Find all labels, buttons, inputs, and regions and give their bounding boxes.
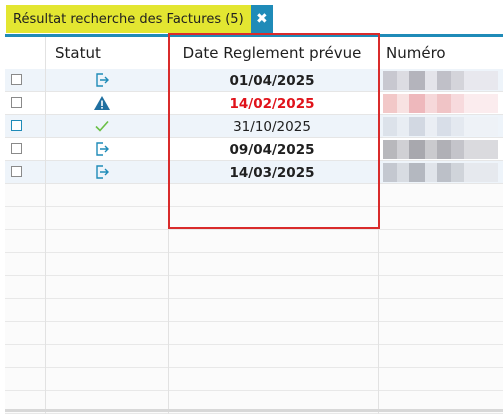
table-row[interactable]: 14/02/2025	[5, 92, 503, 115]
results-grid: Statut Date Reglement prévue Numéro 01/0…	[5, 34, 503, 414]
header-date-reglement[interactable]: Date Reglement prévue	[169, 37, 375, 69]
warning-icon	[91, 93, 113, 113]
header-select	[5, 37, 45, 69]
date-reglement: 14/02/2025	[229, 95, 315, 112]
empty-row	[5, 276, 503, 299]
row-checkbox[interactable]	[11, 97, 22, 108]
table-row[interactable]: 14/03/2025	[5, 161, 503, 184]
date-reglement: 09/04/2025	[229, 141, 315, 158]
grid-header: Statut Date Reglement prévue Numéro	[5, 37, 503, 70]
check-icon	[91, 116, 113, 136]
table-row[interactable]: 01/04/2025	[5, 69, 503, 92]
export-icon	[91, 70, 113, 90]
column-divider	[378, 37, 379, 414]
column-divider	[45, 37, 46, 414]
table-row[interactable]: 31/10/2025	[5, 115, 503, 138]
numero-redacted	[383, 140, 498, 159]
numero-redacted	[383, 163, 498, 182]
table-row[interactable]: 09/04/2025	[5, 138, 503, 161]
header-numero[interactable]: Numéro	[386, 37, 446, 69]
tab-resultats-factures[interactable]: Résultat recherche des Factures (5) ✖	[6, 5, 273, 33]
numero-redacted	[383, 94, 498, 113]
row-checkbox[interactable]	[11, 166, 22, 177]
row-checkbox[interactable]	[11, 120, 22, 131]
date-reglement: 31/10/2025	[233, 118, 311, 135]
empty-row	[5, 253, 503, 276]
column-divider	[168, 37, 169, 414]
close-icon[interactable]: ✖	[250, 5, 273, 33]
date-reglement: 14/03/2025	[229, 164, 315, 181]
date-reglement: 01/04/2025	[229, 72, 315, 89]
empty-row	[5, 230, 503, 253]
empty-row	[5, 299, 503, 322]
numero-redacted	[383, 71, 498, 90]
numero-redacted	[383, 117, 498, 136]
tab-label[interactable]: Résultat recherche des Factures (5)	[6, 5, 251, 33]
tab-bar: Résultat recherche des Factures (5) ✖	[0, 0, 503, 34]
empty-row	[5, 345, 503, 368]
empty-row	[5, 184, 503, 207]
row-checkbox[interactable]	[11, 74, 22, 85]
empty-row	[5, 322, 503, 345]
row-checkbox[interactable]	[11, 143, 22, 154]
empty-row	[5, 368, 503, 391]
export-icon	[91, 139, 113, 159]
header-statut[interactable]: Statut	[55, 37, 101, 69]
empty-row	[5, 207, 503, 230]
horizontal-scrollbar[interactable]	[5, 409, 503, 412]
export-icon	[91, 162, 113, 182]
